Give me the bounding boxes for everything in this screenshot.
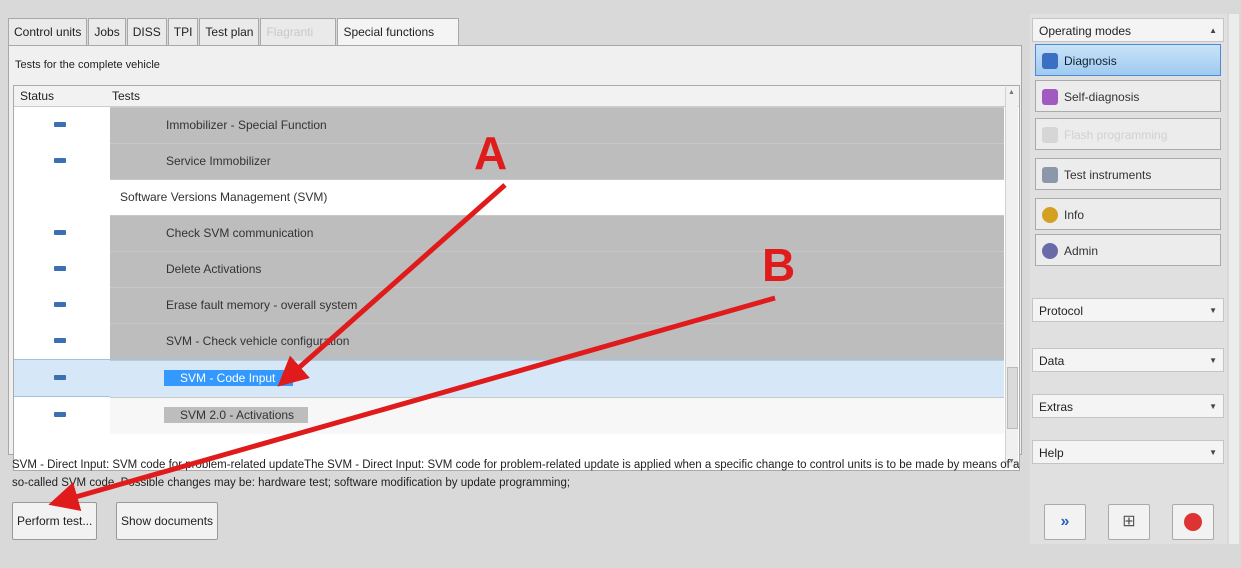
annotation-b: B (762, 239, 796, 291)
annotation-a: A (474, 127, 508, 179)
annotation-arrows (48, 183, 776, 511)
arrow-b (48, 295, 776, 511)
arrow-a (277, 183, 507, 387)
